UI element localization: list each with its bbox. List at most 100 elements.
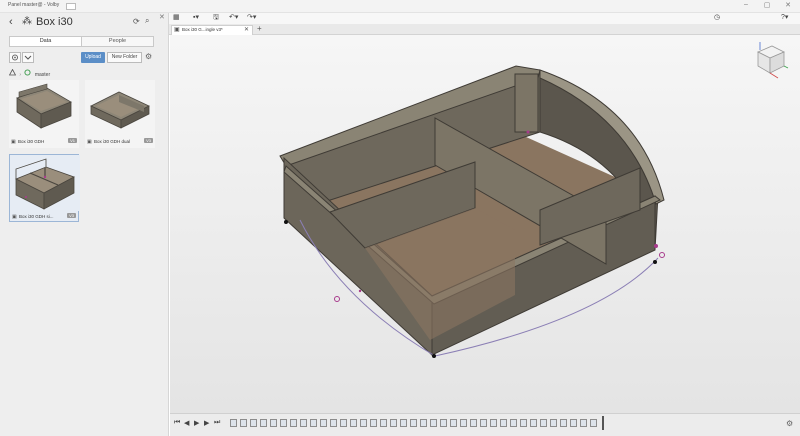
timeline-feature-icon[interactable] bbox=[490, 419, 497, 427]
timeline-feature-icon[interactable] bbox=[240, 419, 247, 427]
branch-tree-icon bbox=[8, 68, 17, 78]
play-icon[interactable]: ▶ bbox=[194, 419, 199, 427]
window-thumbnail-box bbox=[66, 3, 76, 10]
version-badge: V1 bbox=[68, 138, 77, 143]
timeline-feature-icon[interactable] bbox=[520, 419, 527, 427]
file-card-selected[interactable]: ▣ Box i30 GDH si... V3 bbox=[9, 154, 80, 222]
timeline-feature-icon[interactable] bbox=[480, 419, 487, 427]
step-forward-icon[interactable]: ▶ bbox=[204, 419, 209, 427]
data-people-tabs: Data People bbox=[9, 36, 154, 47]
view-mode-icon[interactable] bbox=[9, 52, 21, 63]
save-icon[interactable]: 🖫 bbox=[213, 13, 219, 24]
timeline-feature-icon[interactable] bbox=[250, 419, 257, 427]
view-cube-icon[interactable] bbox=[750, 40, 790, 80]
timeline-feature-icon[interactable] bbox=[320, 419, 327, 427]
timeline-feature-icon[interactable] bbox=[590, 419, 597, 427]
file-name: Box i30 GDH dual bbox=[94, 139, 131, 144]
timeline-feature-icon[interactable] bbox=[370, 419, 377, 427]
timeline-feature-icon[interactable] bbox=[460, 419, 467, 427]
design-file-icon: ▣ bbox=[12, 214, 17, 220]
branch-circle-icon bbox=[24, 69, 32, 78]
upload-button[interactable]: Upload bbox=[81, 52, 105, 63]
help-icon[interactable]: ?▾ bbox=[781, 13, 788, 21]
3d-viewport[interactable] bbox=[170, 35, 800, 413]
maximize-button[interactable]: ▢ bbox=[761, 1, 773, 9]
design-file-icon: ▣ bbox=[11, 139, 16, 145]
search-icon[interactable]: ⌕ bbox=[145, 16, 149, 26]
application-toolbar: ▦ ▪▾ 🖫 ↶▾ ↷▾ ◷ ?▾ bbox=[169, 13, 800, 24]
timeline-settings-icon[interactable]: ⚙ bbox=[786, 419, 793, 428]
file-thumbnail bbox=[85, 80, 155, 136]
redo-icon[interactable]: ↷▾ bbox=[247, 13, 256, 21]
timeline-feature-icon[interactable] bbox=[410, 419, 417, 427]
timeline-feature-icon[interactable] bbox=[290, 419, 297, 427]
timeline-feature-icon[interactable] bbox=[360, 419, 367, 427]
timeline-feature-icon[interactable] bbox=[550, 419, 557, 427]
timeline-feature-icon[interactable] bbox=[260, 419, 267, 427]
window-title: Panel master@ - Volby bbox=[8, 2, 60, 8]
timeline-feature-icon[interactable] bbox=[510, 419, 517, 427]
timeline-feature-icon[interactable] bbox=[440, 419, 447, 427]
timeline-feature-icon[interactable] bbox=[280, 419, 287, 427]
document-tab-label: Box i30 G...ingle v3* bbox=[182, 27, 223, 32]
settings-icon[interactable]: ⚙ bbox=[145, 52, 152, 61]
timeline-feature-icon[interactable] bbox=[530, 419, 537, 427]
timeline-feature-icon[interactable] bbox=[540, 419, 547, 427]
design-file-icon: ▣ bbox=[174, 27, 180, 33]
tab-people[interactable]: People bbox=[82, 37, 153, 46]
timeline-feature-icon[interactable] bbox=[390, 419, 397, 427]
job-status-clock-icon[interactable]: ◷ bbox=[714, 13, 720, 21]
project-title: Box i30 bbox=[36, 16, 73, 28]
document-tab[interactable]: ▣ Box i30 G...ingle v3* ✕ bbox=[171, 25, 253, 35]
timeline-feature-icon[interactable] bbox=[450, 419, 457, 427]
close-window-button[interactable]: ✕ bbox=[782, 1, 794, 9]
file-thumbnail bbox=[9, 80, 79, 136]
view-mode-dropdown-icon[interactable] bbox=[22, 52, 34, 63]
timeline-feature-icon[interactable] bbox=[560, 419, 567, 427]
timeline-feature-icon[interactable] bbox=[300, 419, 307, 427]
go-to-start-icon[interactable]: ⏮ bbox=[174, 419, 180, 427]
timeline-feature-icon[interactable] bbox=[330, 419, 337, 427]
timeline-feature-icon[interactable] bbox=[340, 419, 347, 427]
file-thumbnail bbox=[10, 155, 80, 211]
undo-icon[interactable]: ↶▾ bbox=[229, 13, 238, 21]
timeline-feature-icon[interactable] bbox=[380, 419, 387, 427]
minimize-button[interactable]: – bbox=[740, 1, 752, 8]
timeline-bar: ⏮ ◀ ▶ ▶ ⏭ ⚙ bbox=[170, 413, 800, 436]
data-toolbar: Upload New Folder ⚙ bbox=[9, 52, 155, 65]
refresh-icon[interactable]: ⟳ bbox=[133, 17, 140, 26]
file-menu-icon[interactable]: ▪▾ bbox=[193, 13, 199, 21]
data-panel-header: ‹ ⁂ Box i30 ⟳ ⌕ bbox=[0, 13, 160, 33]
timeline-feature-icon[interactable] bbox=[430, 419, 437, 427]
timeline-feature-icon[interactable] bbox=[470, 419, 477, 427]
timeline-feature-icon[interactable] bbox=[310, 419, 317, 427]
project-icon: ⁂ bbox=[22, 16, 32, 27]
chevron-right-icon: › bbox=[19, 72, 22, 78]
data-panel-grid-icon[interactable]: ▦ bbox=[173, 13, 180, 21]
timeline-marker[interactable] bbox=[602, 416, 604, 430]
go-to-end-icon[interactable]: ⏭ bbox=[214, 419, 220, 427]
timeline-feature-icon[interactable] bbox=[580, 419, 587, 427]
version-badge: V3 bbox=[67, 213, 76, 218]
branch-label[interactable]: master bbox=[35, 72, 50, 78]
new-tab-icon[interactable]: + bbox=[257, 24, 262, 33]
tab-data[interactable]: Data bbox=[10, 37, 82, 46]
timeline-feature-icon[interactable] bbox=[230, 419, 237, 427]
file-card[interactable]: ▣ Box i30 GDH dual V3 bbox=[85, 80, 155, 148]
window-title-bar: Panel master@ - Volby – ▢ ✕ bbox=[0, 0, 800, 13]
step-back-icon[interactable]: ◀ bbox=[184, 419, 189, 427]
file-card[interactable]: ▣ Box i30 GDH V1 bbox=[9, 80, 79, 148]
close-tab-icon[interactable]: ✕ bbox=[244, 26, 249, 33]
new-folder-button[interactable]: New Folder bbox=[107, 52, 142, 63]
back-icon[interactable]: ‹ bbox=[9, 16, 13, 28]
data-panel: ✕ ‹ ⁂ Box i30 ⟳ ⌕ Data People Upload New… bbox=[0, 13, 169, 436]
timeline-feature-icon[interactable] bbox=[270, 419, 277, 427]
box-model-render bbox=[279, 65, 665, 358]
timeline-feature-icon[interactable] bbox=[400, 419, 407, 427]
document-tab-bar: ▣ Box i30 G...ingle v3* ✕ + bbox=[169, 24, 800, 35]
timeline-feature-icon[interactable] bbox=[570, 419, 577, 427]
version-badge: V3 bbox=[144, 138, 153, 143]
timeline-feature-icon[interactable] bbox=[350, 419, 357, 427]
timeline-feature-icon[interactable] bbox=[420, 419, 427, 427]
timeline-feature-icon[interactable] bbox=[500, 419, 507, 427]
